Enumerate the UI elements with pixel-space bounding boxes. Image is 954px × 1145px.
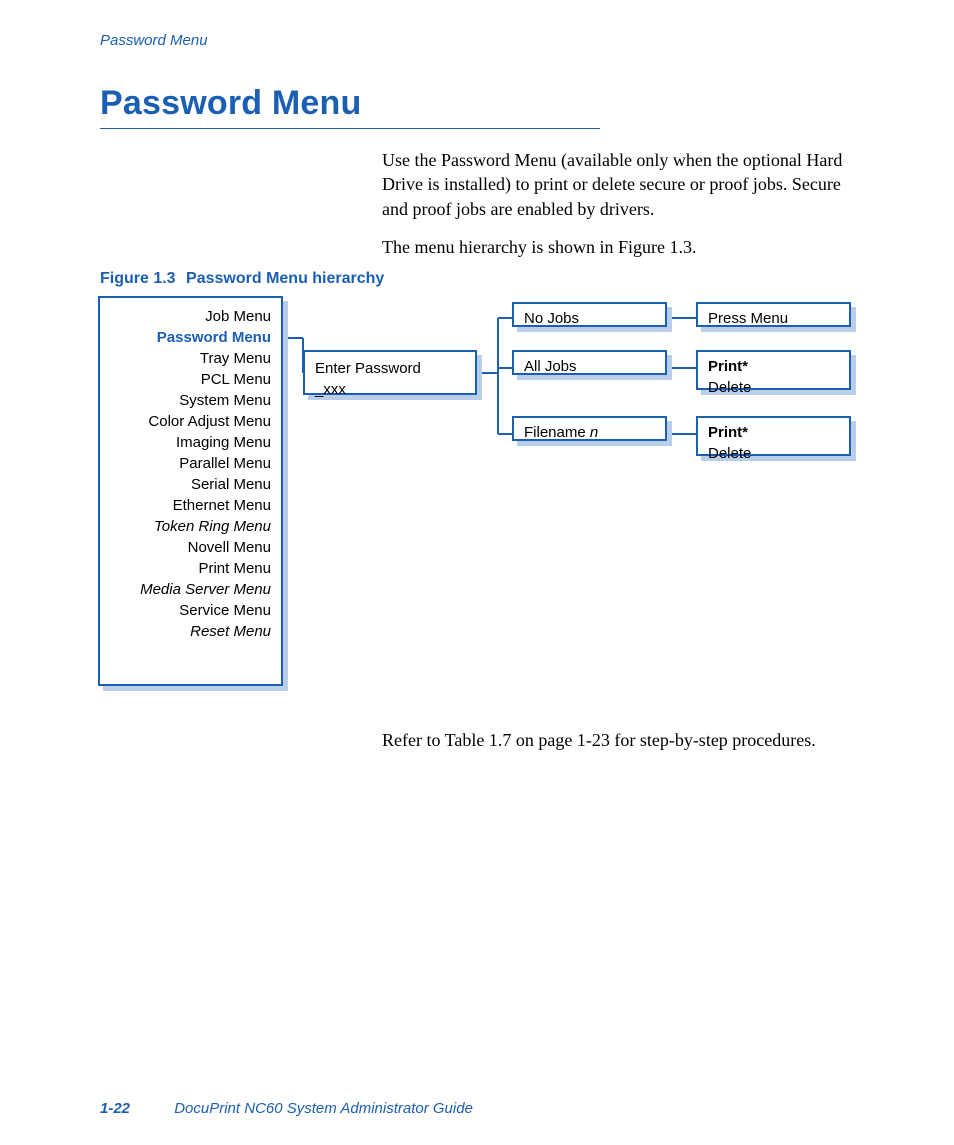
filename-n: n (590, 424, 598, 441)
page-title: Password Menu (100, 84, 361, 123)
print-delete-box-1: Print* Delete (696, 350, 851, 390)
figure-label: Figure 1.3 (100, 270, 176, 287)
enter-password-line1: Enter Password (315, 358, 465, 379)
page-root: Password Menu Password Menu Use the Pass… (0, 0, 954, 1145)
filename-prefix: Filename (524, 424, 590, 441)
delete-label: Delete (708, 443, 839, 464)
menu-item: Service Menu (106, 600, 271, 621)
menu-list-box: Job Menu Password Menu Tray Menu PCL Men… (98, 296, 283, 686)
press-menu-box: Press Menu (696, 302, 851, 327)
title-rule (100, 128, 600, 129)
diagram: Job Menu Password Menu Tray Menu PCL Men… (98, 296, 868, 706)
menu-item: Parallel Menu (106, 453, 271, 474)
print-star: Print* (708, 356, 839, 377)
enter-password-line2: _xxx (315, 379, 465, 400)
menu-item: Imaging Menu (106, 432, 271, 453)
intro-paragraph-1: Use the Password Menu (available only wh… (382, 148, 862, 221)
enter-password-box: Enter Password _xxx (303, 350, 477, 395)
delete-label: Delete (708, 377, 839, 398)
intro-block: Use the Password Menu (available only wh… (382, 148, 862, 273)
menu-item: Media Server Menu (106, 579, 271, 600)
menu-item: Reset Menu (106, 621, 271, 642)
filename-box: Filename n (512, 416, 667, 441)
menu-item: System Menu (106, 390, 271, 411)
menu-item: Token Ring Menu (106, 516, 271, 537)
print-star: Print* (708, 422, 839, 443)
menu-item-selected: Password Menu (106, 327, 271, 348)
menu-item: Ethernet Menu (106, 495, 271, 516)
menu-item: Tray Menu (106, 348, 271, 369)
page-footer: 1-22 DocuPrint NC60 System Administrator… (100, 1100, 473, 1117)
book-title: DocuPrint NC60 System Administrator Guid… (174, 1100, 473, 1117)
running-header: Password Menu (100, 32, 208, 49)
figure-caption: Figure 1.3 Password Menu hierarchy (100, 270, 384, 288)
menu-item: Novell Menu (106, 537, 271, 558)
figure-title: Password Menu hierarchy (186, 270, 384, 287)
menu-item: Color Adjust Menu (106, 411, 271, 432)
page-number: 1-22 (100, 1100, 130, 1117)
menu-item: Serial Menu (106, 474, 271, 495)
print-delete-box-2: Print* Delete (696, 416, 851, 456)
menu-item: Job Menu (106, 306, 271, 327)
no-jobs-box: No Jobs (512, 302, 667, 327)
all-jobs-box: All Jobs (512, 350, 667, 375)
menu-item: Print Menu (106, 558, 271, 579)
menu-item: PCL Menu (106, 369, 271, 390)
after-figure-text: Refer to Table 1.7 on page 1-23 for step… (382, 728, 862, 752)
intro-paragraph-2: The menu hierarchy is shown in Figure 1.… (382, 235, 862, 259)
